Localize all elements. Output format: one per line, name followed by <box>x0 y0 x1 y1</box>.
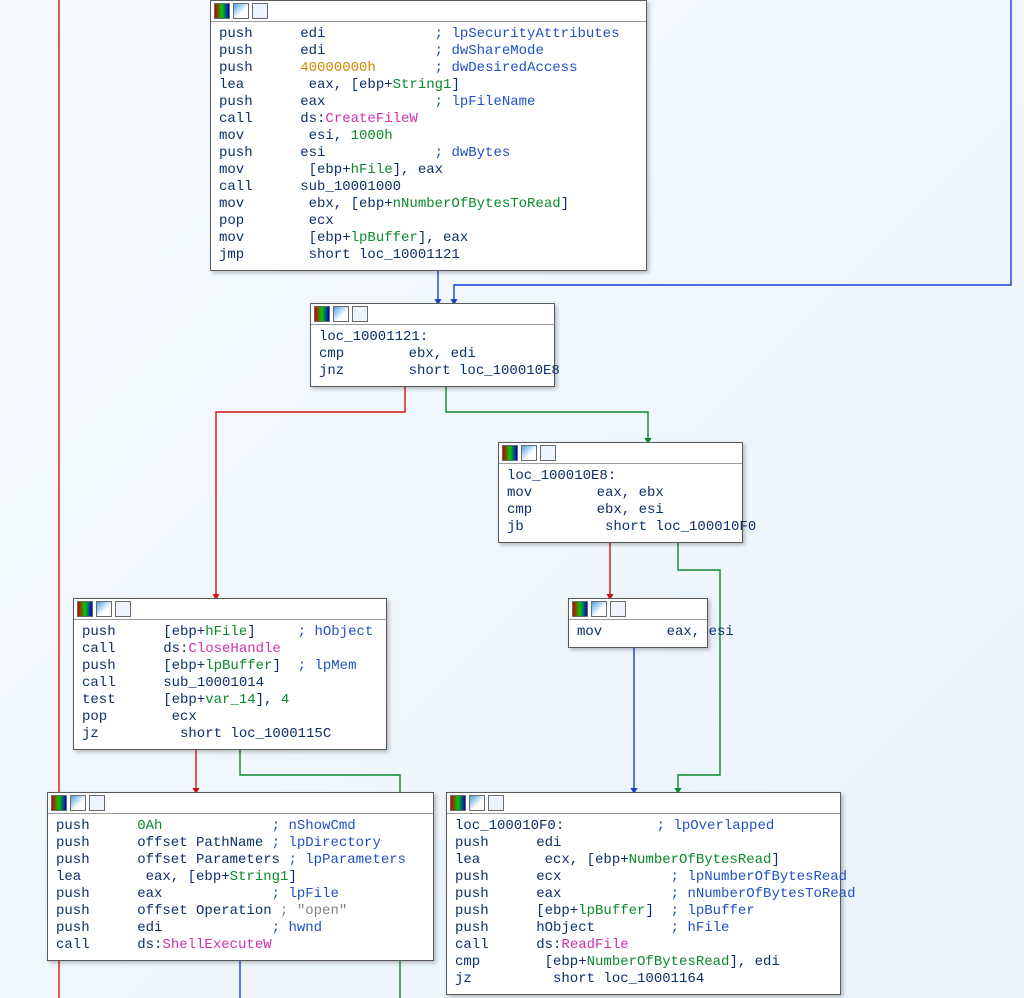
block-toolbar-icon[interactable] <box>96 601 112 617</box>
block-toolbar-icon[interactable] <box>214 3 230 19</box>
asm-code: push [ebp+hFile] ; hObject call ds:Close… <box>74 620 386 749</box>
block-toolbar-icon[interactable] <box>89 795 105 811</box>
asm-code: push 0Ah ; nShowCmd push offset PathName… <box>48 814 433 960</box>
block-toolbar-icon[interactable] <box>610 601 626 617</box>
asm-code: loc_10001121: cmp ebx, edi jnz short loc… <box>311 325 554 386</box>
asm-code: loc_100010F0: ; lpOverlapped push edi le… <box>447 814 840 994</box>
block-toolbar-icon[interactable] <box>115 601 131 617</box>
block-toolbar-icon[interactable] <box>572 601 588 617</box>
block-toolbar-icon[interactable] <box>70 795 86 811</box>
block-toolbar-icon[interactable] <box>521 445 537 461</box>
asm-block-b3[interactable]: loc_100010E8: mov eax, ebx cmp ebx, esi … <box>498 442 743 543</box>
block-toolbar-icon[interactable] <box>469 795 485 811</box>
asm-code: loc_100010E8: mov eax, ebx cmp ebx, esi … <box>499 464 742 542</box>
block-toolbar-icon[interactable] <box>502 445 518 461</box>
asm-block-b4[interactable]: mov eax, esi <box>568 598 708 648</box>
block-titlebar <box>74 599 386 620</box>
block-titlebar <box>311 304 554 325</box>
block-toolbar-icon[interactable] <box>591 601 607 617</box>
block-toolbar-icon[interactable] <box>314 306 330 322</box>
block-toolbar-icon[interactable] <box>540 445 556 461</box>
block-titlebar <box>211 1 646 22</box>
block-toolbar-icon[interactable] <box>450 795 466 811</box>
block-titlebar <box>569 599 707 620</box>
block-toolbar-icon[interactable] <box>488 795 504 811</box>
asm-block-b6[interactable]: push 0Ah ; nShowCmd push offset PathName… <box>47 792 434 961</box>
asm-block-b1[interactable]: push edi ; lpSecurityAttributes push edi… <box>210 0 647 271</box>
block-titlebar <box>499 443 742 464</box>
block-toolbar-icon[interactable] <box>233 3 249 19</box>
block-titlebar <box>447 793 840 814</box>
block-toolbar-icon[interactable] <box>77 601 93 617</box>
asm-block-b2[interactable]: loc_10001121: cmp ebx, edi jnz short loc… <box>310 303 555 387</box>
asm-code: mov eax, esi <box>569 620 707 647</box>
asm-block-b7[interactable]: loc_100010F0: ; lpOverlapped push edi le… <box>446 792 841 995</box>
block-toolbar-icon[interactable] <box>333 306 349 322</box>
asm-block-b5[interactable]: push [ebp+hFile] ; hObject call ds:Close… <box>73 598 387 750</box>
asm-code: push edi ; lpSecurityAttributes push edi… <box>211 22 646 270</box>
block-titlebar <box>48 793 433 814</box>
block-toolbar-icon[interactable] <box>51 795 67 811</box>
block-toolbar-icon[interactable] <box>352 306 368 322</box>
block-toolbar-icon[interactable] <box>252 3 268 19</box>
